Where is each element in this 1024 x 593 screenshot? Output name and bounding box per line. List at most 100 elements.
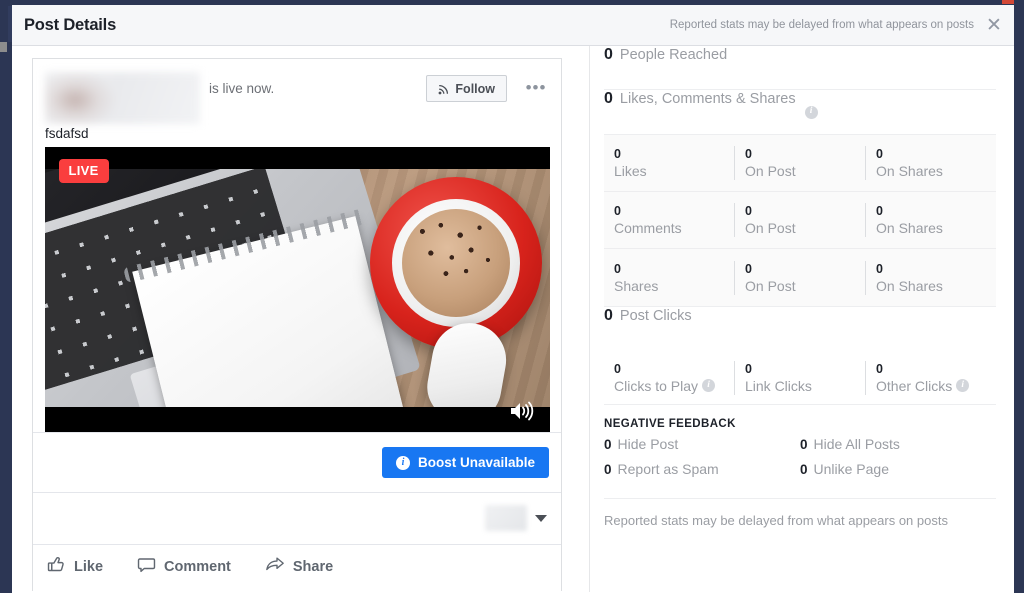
neg-report-as-spam: 0 Report as Spam bbox=[604, 461, 800, 486]
shares-on-post-label: On Post bbox=[745, 277, 796, 294]
clicks-to-play-value: 0 bbox=[614, 361, 621, 376]
post-media[interactable]: LIVE bbox=[44, 147, 550, 432]
unlike-page-label: Unlike Page bbox=[813, 461, 890, 477]
unlike-page-value: 0 bbox=[800, 462, 808, 477]
live-badge: LIVE bbox=[58, 159, 109, 183]
boost-button-label: Boost Unavailable bbox=[417, 455, 535, 470]
neg-unlike-page: 0 Unlike Page bbox=[800, 461, 996, 486]
engagement-label: Likes, Comments & Shares bbox=[619, 91, 796, 107]
likes-value: 0 bbox=[614, 147, 621, 161]
comments-on-shares-value: 0 bbox=[876, 204, 883, 218]
comments-on-post-value: 0 bbox=[745, 204, 752, 218]
post-clicks-label: Post Clicks bbox=[619, 308, 692, 324]
info-icon[interactable]: i bbox=[956, 379, 970, 392]
shares-label: Shares bbox=[614, 277, 659, 294]
like-button-label: Like bbox=[74, 558, 104, 575]
negative-feedback-title: NEGATIVE FEEDBACK bbox=[604, 418, 736, 430]
post-message: fsdafsd bbox=[45, 126, 89, 141]
shares-on-post-cell: 0 On Post bbox=[734, 260, 865, 295]
page-title: Post Details bbox=[24, 15, 117, 34]
comment-bubble-icon bbox=[137, 555, 156, 579]
engagement-breakdown: 0 Likes 0 On Post 0 On Shares 0 Comments… bbox=[604, 134, 996, 307]
likes-on-post-value: 0 bbox=[745, 147, 752, 161]
clicks-to-play-cell: 0 Clicks to Play i bbox=[604, 361, 734, 395]
window-chrome-right bbox=[1014, 0, 1024, 593]
comments-label: Comments bbox=[614, 220, 682, 236]
share-arrow-icon bbox=[265, 555, 285, 579]
scrollbar-grip-icon bbox=[0, 42, 7, 52]
comment-button[interactable]: Comment bbox=[137, 555, 231, 579]
shares-cell: 0 Shares bbox=[604, 261, 734, 295]
comments-value: 0 bbox=[614, 204, 621, 218]
breakdown-row-shares: 0 Shares 0 On Post 0 On Shares bbox=[604, 249, 996, 306]
info-icon: i bbox=[395, 455, 410, 470]
close-icon[interactable]: ✕ bbox=[974, 5, 1014, 46]
hide-post-label: Hide Post bbox=[617, 436, 679, 452]
thumbs-up-icon bbox=[47, 555, 66, 579]
neg-hide-post: 0 Hide Post bbox=[604, 436, 800, 461]
chevron-down-icon[interactable] bbox=[535, 515, 547, 522]
breakdown-row-comments: 0 Comments 0 On Post 0 On Shares bbox=[604, 192, 996, 249]
stat-post-clicks: 0 Post Clicks bbox=[604, 307, 996, 351]
like-button[interactable]: Like bbox=[47, 555, 103, 579]
hide-all-posts-value: 0 bbox=[800, 437, 808, 452]
dialog-body: is live now. Follow ••• fsdafsd LIVE i B… bbox=[12, 46, 1014, 592]
other-clicks-cell: 0 Other Clicks i bbox=[865, 360, 996, 395]
hide-post-value: 0 bbox=[604, 437, 612, 452]
engagement-value: 0 bbox=[604, 90, 613, 107]
report-as-spam-value: 0 bbox=[604, 462, 612, 477]
shares-on-shares-cell: 0 On Shares bbox=[865, 260, 996, 295]
link-clicks-label: Link Clicks bbox=[745, 377, 812, 394]
shares-value: 0 bbox=[614, 261, 621, 276]
comments-on-post-label: On Post bbox=[745, 220, 796, 236]
likes-on-shares-cell: 0 On Shares bbox=[865, 146, 996, 180]
post-header: is live now. Follow ••• fsdafsd bbox=[33, 59, 561, 147]
share-button-label: Share bbox=[292, 558, 334, 575]
likes-on-shares-value: 0 bbox=[876, 147, 883, 161]
other-clicks-label: Other Clicks bbox=[876, 377, 953, 394]
shares-on-shares-label: On Shares bbox=[876, 277, 943, 294]
shares-on-shares-value: 0 bbox=[876, 261, 883, 276]
insights-column: 0 People Reached 0 Likes, Comments & Sha… bbox=[590, 46, 1014, 592]
media-photo bbox=[44, 169, 550, 407]
post-clicks-breakdown: 0 Clicks to Play i 0 Link Clicks 0 Other… bbox=[604, 351, 996, 405]
boost-unavailable-button[interactable]: i Boost Unavailable bbox=[381, 447, 549, 478]
other-clicks-label-wrap: Other Clicks i bbox=[876, 377, 996, 395]
info-icon[interactable]: i bbox=[702, 379, 716, 392]
info-icon[interactable]: i bbox=[804, 105, 818, 119]
window-chrome-left bbox=[0, 0, 8, 593]
neg-hide-all-posts: 0 Hide All Posts bbox=[800, 436, 996, 461]
likes-on-post-cell: 0 On Post bbox=[734, 146, 865, 180]
boost-row: i Boost Unavailable bbox=[33, 432, 561, 492]
volume-icon[interactable] bbox=[508, 400, 534, 422]
report-as-spam-label: Report as Spam bbox=[617, 461, 719, 477]
follow-button[interactable]: Follow bbox=[426, 75, 507, 102]
clicks-to-play-label: Clicks to Play bbox=[614, 377, 699, 394]
hide-all-posts-label: Hide All Posts bbox=[813, 436, 900, 452]
breakdown-row-likes: 0 Likes 0 On Post 0 On Shares bbox=[604, 135, 996, 192]
comment-button-label: Comment bbox=[164, 558, 231, 575]
audience-row bbox=[33, 492, 561, 544]
link-clicks-value: 0 bbox=[745, 361, 752, 376]
shares-on-post-value: 0 bbox=[745, 261, 752, 276]
negative-feedback-grid: 0 Hide Post 0 Hide All Posts 0 Report as… bbox=[604, 436, 996, 499]
likes-label: Likes bbox=[614, 163, 647, 179]
post-clicks-value: 0 bbox=[604, 307, 613, 324]
link-clicks-cell: 0 Link Clicks bbox=[734, 360, 865, 395]
stat-engagement: 0 Likes, Comments & Shares i bbox=[604, 90, 996, 134]
comments-on-shares-cell: 0 On Shares bbox=[865, 203, 996, 237]
likes-on-shares-label: On Shares bbox=[876, 163, 943, 179]
likes-cell: 0 Likes bbox=[604, 146, 734, 180]
rss-icon bbox=[438, 83, 450, 95]
header-disclaimer: Reported stats may be delayed from what … bbox=[669, 19, 974, 31]
clicks-to-play-label-wrap: Clicks to Play i bbox=[614, 377, 734, 395]
insights-footer-note: Reported stats may be delayed from what … bbox=[604, 513, 948, 528]
post-details-dialog: Post Details Reported stats may be delay… bbox=[12, 5, 1014, 593]
post-status-text: is live now. bbox=[209, 81, 275, 96]
share-button[interactable]: Share bbox=[265, 555, 333, 579]
avatar bbox=[45, 72, 200, 124]
dialog-header: Post Details Reported stats may be delay… bbox=[12, 5, 1014, 46]
follow-button-label: Follow bbox=[455, 81, 495, 96]
ellipsis-icon[interactable]: ••• bbox=[523, 76, 549, 100]
reach-label: People Reached bbox=[619, 47, 728, 63]
